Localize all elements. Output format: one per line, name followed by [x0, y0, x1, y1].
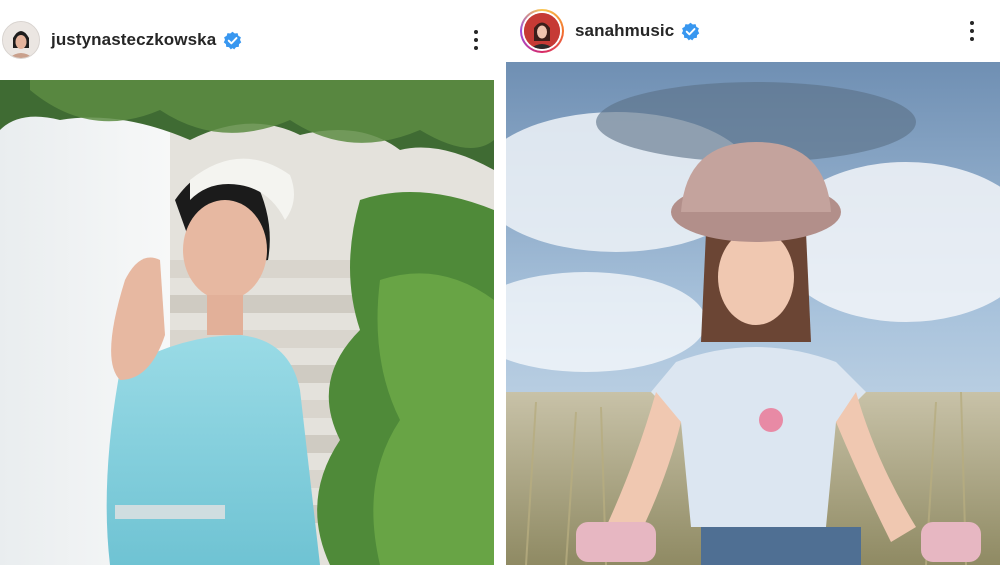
verified-badge-icon [224, 31, 242, 49]
post-photo-image [506, 62, 1000, 565]
post-header: sanahmusic [506, 0, 1000, 62]
avatar-image [524, 13, 560, 49]
more-dot [970, 37, 974, 41]
story-ring[interactable] [520, 9, 564, 53]
username[interactable]: sanahmusic [575, 21, 674, 41]
avatar-image [3, 22, 39, 58]
more-options-icon[interactable] [458, 0, 494, 80]
avatar[interactable] [2, 21, 40, 59]
post-photo-image [0, 80, 494, 565]
username[interactable]: justynasteczkowska [51, 30, 216, 50]
post-card-left: justynasteczkowska [0, 0, 494, 565]
avatar [524, 13, 560, 49]
more-options-icon[interactable] [954, 0, 990, 62]
more-dot [474, 46, 478, 50]
post-photo[interactable] [506, 62, 1000, 565]
more-dot [970, 29, 974, 33]
post-header: justynasteczkowska [0, 0, 494, 80]
more-dot [970, 21, 974, 25]
panel-divider [494, 0, 506, 565]
story-ring-inner [522, 11, 562, 51]
verified-badge-icon [682, 22, 700, 40]
more-dot [474, 38, 478, 42]
more-dot [474, 30, 478, 34]
post-photo[interactable] [0, 80, 494, 565]
post-card-right: sanahmusic [506, 0, 1000, 565]
